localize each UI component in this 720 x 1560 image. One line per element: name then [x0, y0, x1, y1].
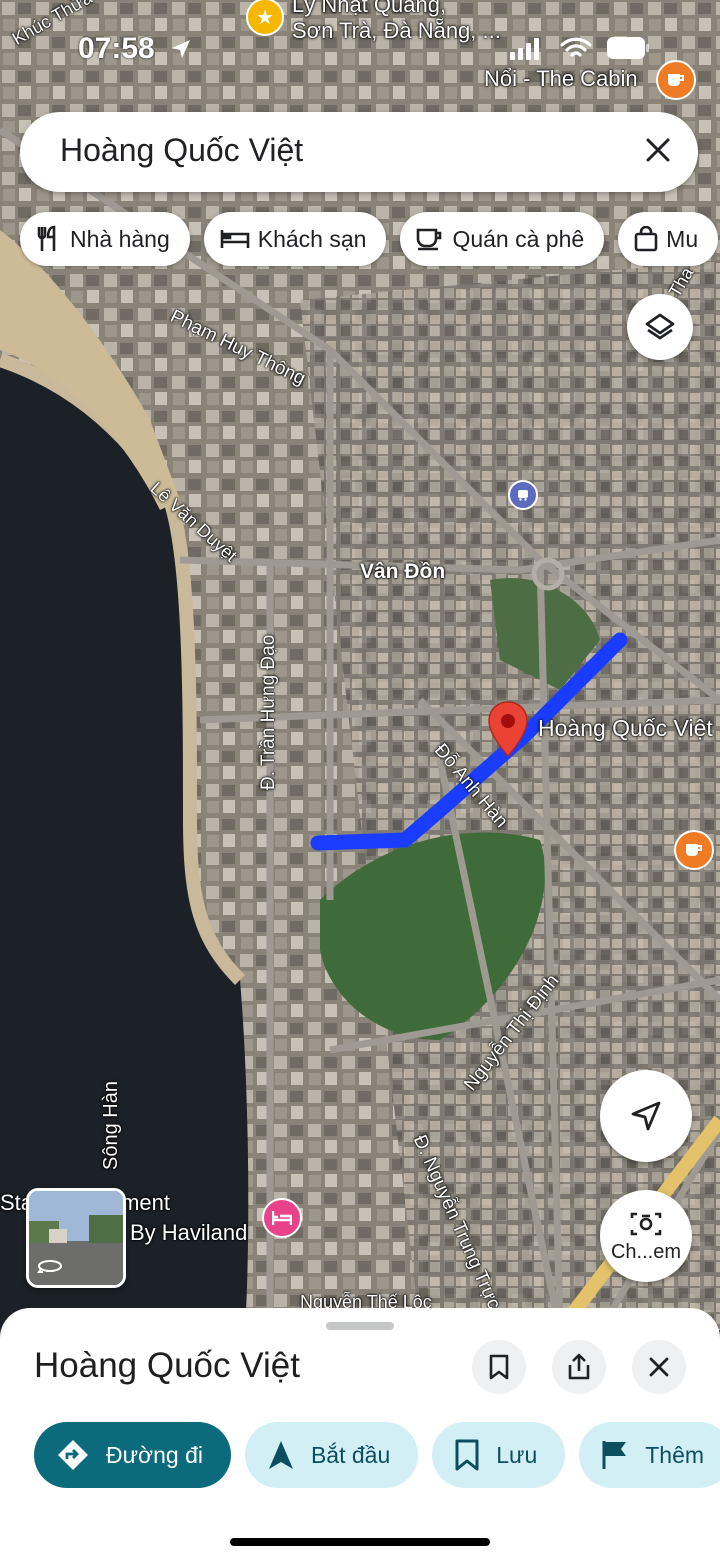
map-label-pin[interactable]: Hoàng Quốc Việt: [538, 715, 713, 742]
street-view-thumbnail[interactable]: [26, 1188, 126, 1288]
my-location-button[interactable]: [600, 1070, 692, 1162]
chip-shopping[interactable]: Mu: [618, 212, 719, 266]
home-indicator: [230, 1538, 490, 1546]
directions-label: Đường đi: [106, 1441, 203, 1468]
share-button[interactable]: [552, 1340, 606, 1394]
map-label-van-don: Vân Đồn: [360, 560, 446, 583]
status-time: 07:58: [78, 32, 155, 65]
place-bottom-sheet[interactable]: Hoàng Quốc Việt Đường đi Bắt đầu Lưu Thê…: [0, 1308, 720, 1560]
clear-search-button[interactable]: [638, 130, 678, 170]
location-pin-icon[interactable]: [486, 700, 530, 760]
more-button[interactable]: Thêm: [579, 1422, 720, 1488]
place-title: Hoàng Quốc Việt: [34, 1346, 300, 1385]
camera-icon: [630, 1212, 662, 1235]
search-query[interactable]: Hoàng Quốc Việt: [60, 132, 303, 169]
chip-restaurants[interactable]: Nhà hàng: [20, 212, 190, 266]
hotel-marker-icon[interactable]: [262, 1198, 302, 1238]
camera-search-label: Ch...em: [610, 1240, 682, 1263]
navigation-arrow-icon: [268, 1441, 293, 1469]
bus-stop-icon[interactable]: [508, 480, 538, 510]
hotel-icon: [220, 230, 250, 248]
coffee-icon: [417, 228, 442, 251]
start-button[interactable]: Bắt đầu: [244, 1422, 419, 1488]
bookmark-icon: [455, 1439, 479, 1471]
map-label-tran-hung-dao: Đ. Trần Hưng Đạo: [258, 634, 279, 790]
rotate-360-icon: [37, 1258, 63, 1279]
close-icon: [646, 138, 670, 162]
bookmark-outline-icon: [489, 1354, 509, 1380]
chip-hotels[interactable]: Khách sạn: [203, 212, 387, 266]
location-services-icon: [172, 40, 190, 58]
shopping-bag-icon: [634, 226, 658, 252]
place-actions: Đường đi Bắt đầu Lưu Thêm: [34, 1422, 720, 1488]
chip-label: Nhà hàng: [70, 225, 170, 252]
status-bar: 07:58: [0, 30, 720, 70]
save-button[interactable]: Lưu: [432, 1422, 566, 1488]
chip-label: Mu: [666, 225, 699, 252]
share-icon: [568, 1353, 590, 1380]
save-place-button[interactable]: [472, 1340, 526, 1394]
cafe-marker-2-icon[interactable]: [674, 830, 714, 870]
restaurant-icon: [37, 225, 56, 251]
category-chips: Nhà hàng Khách sạn Quán cà phê Mu: [20, 212, 719, 266]
save-label: Lưu: [496, 1441, 538, 1468]
map-label-apartment-2[interactable]: By Haviland: [130, 1220, 247, 1246]
chip-label: Khách sạn: [257, 225, 367, 252]
drag-handle[interactable]: [326, 1322, 394, 1330]
directions-icon: [58, 1440, 88, 1470]
camera-search-button[interactable]: Ch...em: [600, 1190, 692, 1282]
close-icon: [649, 1357, 669, 1377]
search-bar[interactable]: Hoàng Quốc Việt: [20, 112, 698, 192]
map-label-song-han: Sông Hàn: [100, 1081, 122, 1170]
map-label-top-place: Lý Nhật Quang,: [292, 0, 447, 17]
cellular-signal-icon: [510, 38, 539, 60]
start-label: Bắt đầu: [310, 1441, 391, 1468]
chip-coffee[interactable]: Quán cà phê: [400, 212, 605, 266]
directions-button[interactable]: Đường đi: [34, 1422, 231, 1488]
chip-label: Quán cà phê: [452, 225, 585, 252]
battery-icon: [607, 37, 649, 59]
navigation-arrow-outline-icon: [631, 1101, 661, 1131]
flag-icon: [602, 1441, 627, 1469]
layers-icon: [645, 313, 675, 340]
map-layers-button[interactable]: [627, 294, 693, 360]
wifi-icon: [560, 37, 592, 57]
more-label: Thêm: [645, 1441, 705, 1468]
close-sheet-button[interactable]: [632, 1340, 686, 1394]
